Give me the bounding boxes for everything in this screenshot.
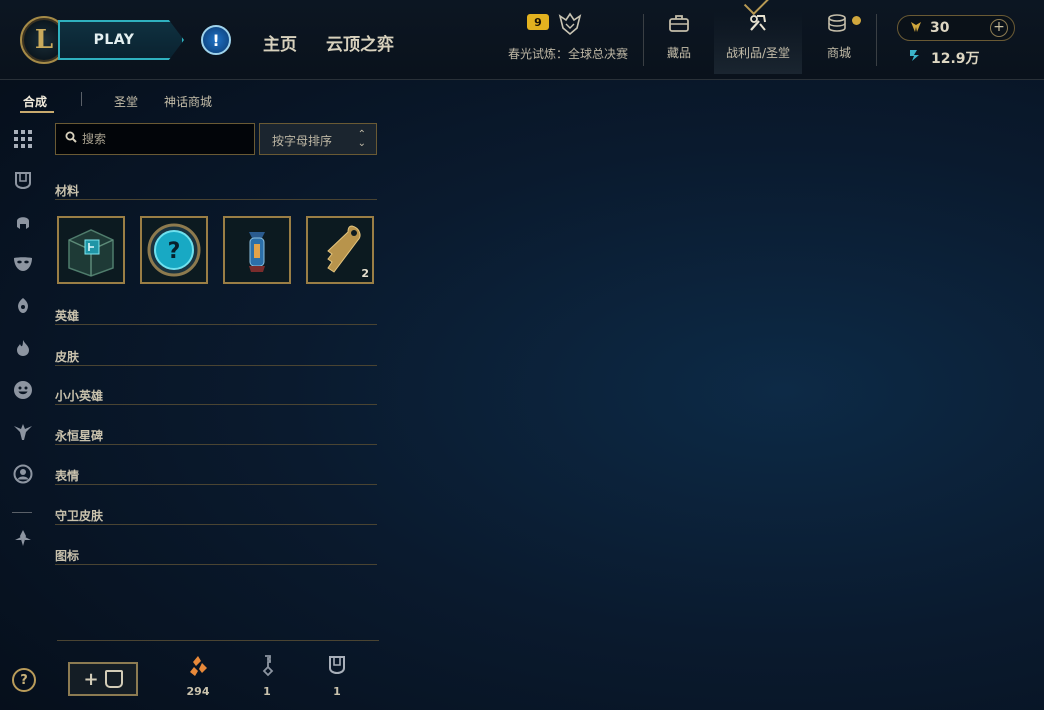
mystery-orb-item[interactable]: ? [140,216,208,284]
eternals-filter-icon[interactable] [10,335,36,361]
sort-dropdown[interactable]: 按字母排序 ⌃ ⌄ [259,123,377,155]
worlds-icon [557,12,583,36]
search-input[interactable] [82,130,247,148]
key-item[interactable]: 2 [306,216,374,284]
event-label: 春光试炼：全球总决赛 [507,47,628,61]
chest-stat: 1 [317,655,357,698]
nav-collection[interactable]: 藏品 [655,12,703,74]
search-box[interactable] [55,123,255,155]
category-emotes[interactable]: 表情 [55,465,377,485]
chest-value: 1 [333,685,341,698]
category-label: 英雄 [55,309,80,323]
event-pass[interactable]: 9 春光试炼：全球总决赛 [503,10,633,66]
nav-loot-label: 战利品/圣堂 [725,46,791,60]
buy-rp-button[interactable]: + [990,19,1008,37]
sort-chevron-icon: ⌃ ⌄ [357,129,366,149]
champion-filter-icon[interactable] [10,209,36,235]
category-materials[interactable]: 材料 [55,180,377,200]
category-skins[interactable]: 皮肤 [55,346,377,366]
category-label: 图标 [55,549,80,563]
divider [643,14,644,66]
riot-points-value: 30 [930,20,950,36]
chest-icon [104,670,123,688]
crafting-filter-icon[interactable] [10,525,36,551]
emote-filter-icon[interactable] [10,377,36,403]
riot-points-icon [908,19,924,39]
blue-essence-icon [907,47,923,67]
blue-essence-value: 12.9万 [931,51,980,67]
orange-essence-value: 294 [186,685,210,698]
divider [876,14,877,66]
search-icon [65,131,77,147]
chest-filter-icon[interactable] [10,167,36,193]
category-label: 材料 [55,184,80,198]
nav-collection-label: 藏品 [666,46,691,60]
category-label: 永恒星碑 [55,429,104,443]
nav-tft[interactable]: 云顶之弈 [326,30,394,55]
tab-mythic-shop[interactable]: 神话商城 [164,93,212,110]
play-button[interactable]: PLAY [58,20,184,60]
event-badge: 9 [527,14,549,30]
category-little-legends[interactable]: 小小英雄 [55,385,377,405]
tab-separator [81,92,82,106]
help-icon[interactable]: ? [12,668,36,692]
hextech-chest-item[interactable] [57,216,125,284]
item-quantity: 2 [361,267,369,280]
loot-icon [714,12,802,38]
rail-separator [12,512,32,513]
alert-icon[interactable]: ! [201,25,231,55]
svg-text:?: ? [168,239,181,264]
add-chest-button[interactable]: + [68,662,138,696]
nav-loot[interactable]: 战利品/圣堂 [714,12,802,74]
tab-crafting[interactable]: 合成 [23,93,47,110]
chest-icon [317,655,357,679]
active-tab-underline [20,111,54,113]
category-label: 表情 [55,469,80,483]
sort-label: 按字母排序 [272,134,333,148]
grid-filter-icon[interactable] [10,126,36,152]
orange-essence-icon [178,655,218,679]
key-value: 1 [263,685,271,698]
add-label: + [83,668,99,690]
category-label: 小小英雄 [55,389,104,403]
store-notification-dot [852,16,861,25]
category-label: 皮肤 [55,350,80,364]
nav-store-label: 商城 [826,46,851,60]
tab-sanctum[interactable]: 圣堂 [114,93,138,110]
category-eternals[interactable]: 永恒星碑 [55,425,377,445]
profile-icon-filter-icon[interactable] [10,461,36,487]
lantern-item[interactable] [223,216,291,284]
key-stat: 1 [247,655,287,698]
ward-filter-icon[interactable] [10,419,36,445]
little-legend-filter-icon[interactable] [10,293,36,319]
category-ward-skins[interactable]: 守卫皮肤 [55,505,377,525]
bottom-divider [57,640,379,641]
key-icon [247,655,287,679]
category-label: 守卫皮肤 [55,509,104,523]
briefcase-icon [655,12,703,38]
nav-home[interactable]: 主页 [263,30,297,55]
skin-filter-icon[interactable] [10,251,36,277]
orange-essence-stat: 294 [178,655,218,698]
category-champions[interactable]: 英雄 [55,305,377,325]
category-icons[interactable]: 图标 [55,545,377,565]
